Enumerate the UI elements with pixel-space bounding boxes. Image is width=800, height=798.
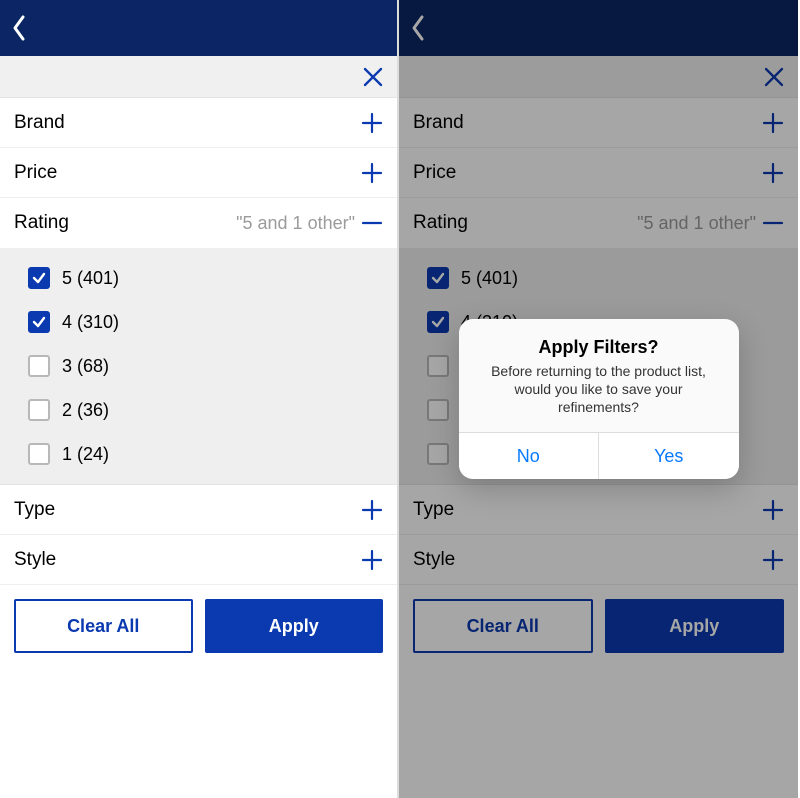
rating-option-3[interactable]: 3 (68) [0,344,397,388]
filter-label: Style [14,549,56,571]
rating-options: 5 (401) 4 (310) 3 (68) 2 (36) 1 (24) [0,248,397,485]
apply-filters-dialog: Apply Filters? Before returning to the p… [459,319,739,480]
dialog-no-button[interactable]: No [459,433,600,479]
apply-button[interactable]: Apply [205,599,384,653]
option-label: 1 (24) [62,444,109,465]
option-label: 3 (68) [62,356,109,377]
rating-option-4[interactable]: 4 (310) [0,300,397,344]
minus-icon [361,212,383,234]
close-icon[interactable] [361,65,385,89]
filter-screen-with-dialog: Brand Price Rating "5 and 1 other" 5 (40… [399,0,798,798]
filters-list: Brand Price Rating "5 and 1 other" 5 (40… [0,98,397,585]
filter-rating[interactable]: Rating "5 and 1 other" [0,198,397,248]
filter-label: Rating [14,212,69,234]
filter-style[interactable]: Style [0,535,397,585]
nav-header [0,0,397,56]
rating-option-2[interactable]: 2 (36) [0,388,397,432]
plus-icon [361,499,383,521]
option-label: 5 (401) [62,268,119,289]
filter-label: Brand [14,112,65,134]
dialog-title: Apply Filters? [475,337,723,358]
checkbox-icon[interactable] [28,399,50,421]
checkbox-icon[interactable] [28,443,50,465]
actions-bar: Clear All Apply [0,585,397,667]
filter-price[interactable]: Price [0,148,397,198]
rating-summary: "5 and 1 other" [236,213,355,234]
back-chevron-icon[interactable] [10,14,28,42]
plus-icon [361,162,383,184]
option-label: 4 (310) [62,312,119,333]
filter-label: Price [14,162,57,184]
filter-brand[interactable]: Brand [0,98,397,148]
checkbox-icon[interactable] [28,267,50,289]
filter-label: Type [14,499,55,521]
modal-scrim: Apply Filters? Before returning to the p… [399,0,798,798]
plus-icon [361,112,383,134]
closebar [0,56,397,98]
filter-screen: Brand Price Rating "5 and 1 other" 5 (40… [0,0,399,798]
filter-type[interactable]: Type [0,485,397,535]
option-label: 2 (36) [62,400,109,421]
checkbox-icon[interactable] [28,311,50,333]
rating-option-5[interactable]: 5 (401) [0,256,397,300]
dialog-yes-button[interactable]: Yes [599,433,739,479]
checkbox-icon[interactable] [28,355,50,377]
plus-icon [361,549,383,571]
clear-all-button[interactable]: Clear All [14,599,193,653]
dialog-message: Before returning to the product list, wo… [475,362,723,417]
rating-option-1[interactable]: 1 (24) [0,432,397,476]
